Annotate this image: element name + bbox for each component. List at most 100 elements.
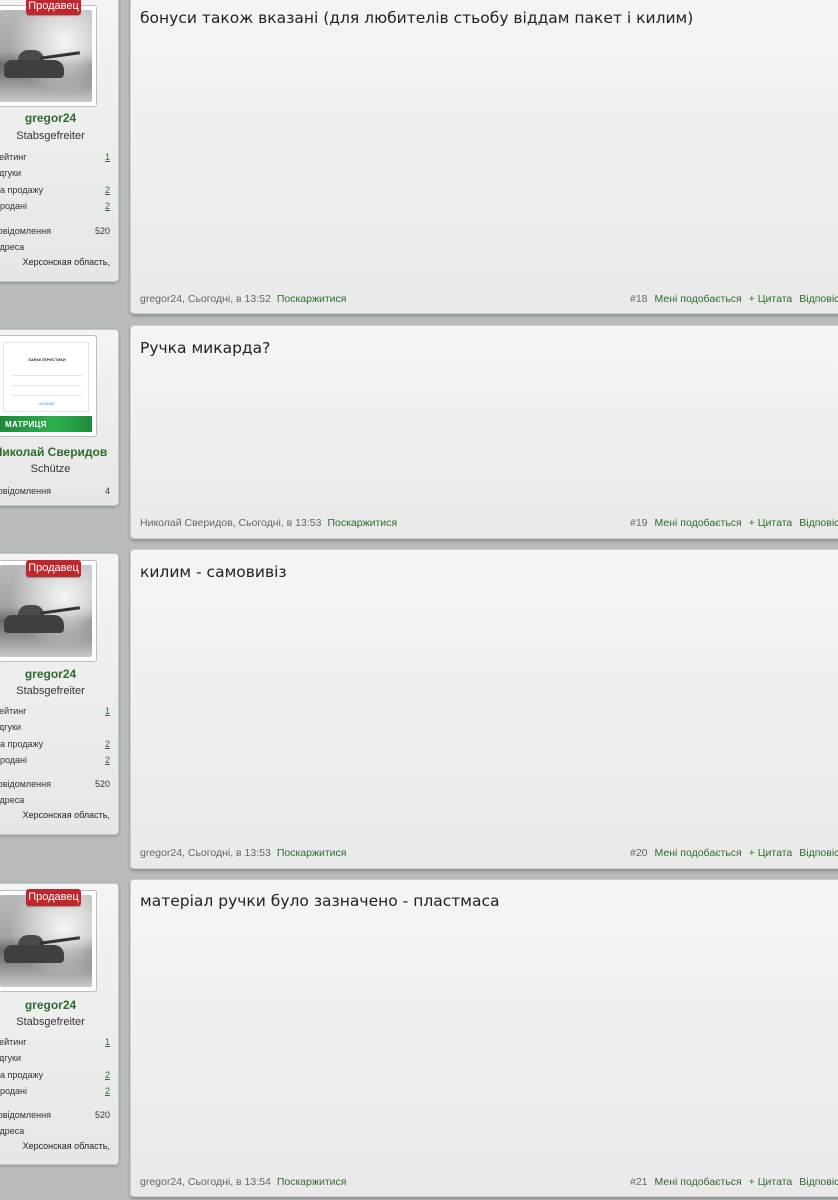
stat-label-for-sale: На продажу:	[0, 739, 44, 749]
stat-label-reviews: Відгуки	[0, 168, 22, 178]
quote-link[interactable]: + Цитата	[749, 847, 793, 859]
post-author-date[interactable]: gregor24, Сьогодні, в 13:52	[140, 293, 271, 305]
post-number[interactable]: #19	[630, 517, 648, 529]
message-body: матеріал ручки було зазначено - пластмас…	[130, 879, 838, 1197]
stat-location: Херсонская область,	[22, 257, 110, 267]
stat-value-sold[interactable]: 2	[105, 1086, 110, 1096]
post-actions: #18 Мені подобається + Цитата Відповісти	[630, 293, 838, 305]
tank-avatar-image	[0, 10, 92, 102]
message-text: бонуси також вказані (для любителів стьо…	[140, 9, 694, 27]
stat-value-rating[interactable]: 1	[105, 1037, 110, 1047]
stat-label-sold: Продані:	[0, 201, 28, 211]
user-panel: ХАРАКТЕРИСТИКИ БІЛЬШЕ МАТРИЦЯ Николай Св…	[0, 329, 119, 506]
stat-value-messages: 4	[104, 486, 110, 496]
tank-avatar-image	[0, 565, 92, 657]
reply-link[interactable]: Відповісти	[799, 847, 838, 859]
post-meta: gregor24, Сьогодні, в 13:53 Поскаржитися	[140, 847, 346, 859]
like-link[interactable]: Мені подобається	[655, 847, 742, 859]
stat-label-for-sale: На продажу:	[0, 1070, 44, 1080]
username[interactable]: Николай Сверидов	[0, 445, 120, 459]
post-author-date[interactable]: gregor24, Сьогодні, в 13:54	[140, 1176, 271, 1188]
stat-value-messages: 520	[94, 1110, 110, 1120]
stat-value-messages: 520	[94, 779, 110, 789]
user-rank: Stabsgefreiter	[16, 130, 85, 142]
reply-link[interactable]: Відповісти	[799, 293, 838, 305]
report-link[interactable]: Поскаржитися	[327, 517, 397, 529]
stat-label-address: Адреса:	[0, 1126, 25, 1136]
stat-value-messages: 520	[94, 226, 110, 236]
username[interactable]: gregor24	[0, 111, 120, 125]
post-20: Продавец gregor24 Stabsgefreiter Рейтинг…	[0, 549, 838, 871]
stat-label-rating: Рейтинг:	[0, 152, 27, 162]
like-link[interactable]: Мені подобається	[655, 1176, 742, 1188]
stat-label-sold: Продані:	[0, 755, 28, 765]
avatar[interactable]: ХАРАКТЕРИСТИКИ БІЛЬШЕ МАТРИЦЯ	[0, 335, 97, 437]
message-body: Ручка микарда? Николай Сверидов, Сьогодн…	[130, 325, 838, 539]
message-text: матеріал ручки було зазначено - пластмас…	[140, 892, 500, 910]
quote-link[interactable]: + Цитата	[749, 517, 793, 529]
user-rank: Schütze	[30, 463, 71, 475]
stat-location: Херсонская область,	[22, 810, 110, 820]
user-panel: Продавец gregor24 Stabsgefreiter Рейтинг…	[0, 0, 119, 282]
stat-label-address: Адреса:	[0, 795, 25, 805]
reply-link[interactable]: Відповісти	[799, 517, 838, 529]
seller-badge: Продавец	[26, 560, 81, 577]
post-actions: #19 Мені подобається + Цитата Відповісти	[630, 517, 838, 529]
message-body: килим - самовивіз gregor24, Сьогодні, в …	[130, 549, 838, 869]
post-number[interactable]: #21	[630, 1176, 648, 1188]
stat-label-messages: Повідомлення:	[0, 779, 51, 789]
post-number[interactable]: #18	[630, 293, 648, 305]
stat-value-for-sale[interactable]: 2	[105, 739, 110, 749]
user-panel: Продавец gregor24 Stabsgefreiter Рейтинг…	[0, 553, 119, 835]
like-link[interactable]: Мені подобається	[655, 293, 742, 305]
post-18: Продавец gregor24 Stabsgefreiter Рейтинг…	[0, 0, 838, 316]
promo-link: БІЛЬШЕ	[39, 401, 55, 406]
stat-label-rating: Рейтинг:	[0, 1037, 27, 1047]
report-link[interactable]: Поскаржитися	[277, 1176, 347, 1188]
quote-link[interactable]: + Цитата	[749, 1176, 793, 1188]
stat-value-rating[interactable]: 1	[105, 706, 110, 716]
stat-value-sold[interactable]: 2	[105, 755, 110, 765]
stat-label-rating: Рейтинг:	[0, 706, 27, 716]
report-link[interactable]: Поскаржитися	[277, 847, 347, 859]
post-meta: Николай Сверидов, Сьогодні, в 13:53 Поска…	[140, 517, 397, 529]
message-body: бонуси також вказані (для любителів стьо…	[130, 0, 838, 314]
post-number[interactable]: #20	[630, 847, 648, 859]
post-author-date[interactable]: gregor24, Сьогодні, в 13:53	[140, 847, 271, 859]
stat-label-messages: Повідомлення:	[0, 486, 51, 496]
post-19: ХАРАКТЕРИСТИКИ БІЛЬШЕ МАТРИЦЯ Николай Св…	[0, 325, 838, 540]
post-21: Продавец gregor24 Stabsgefreiter Рейтинг…	[0, 879, 838, 1200]
message-text: килим - самовивіз	[140, 563, 287, 581]
message-text: Ручка микарда?	[140, 339, 271, 357]
post-author-date[interactable]: Николай Сверидов, Сьогодні, в 13:53	[140, 517, 321, 529]
username[interactable]: gregor24	[0, 667, 120, 681]
username[interactable]: gregor24	[0, 998, 120, 1012]
promo-avatar-image: ХАРАКТЕРИСТИКИ БІЛЬШЕ МАТРИЦЯ	[0, 340, 92, 432]
quote-link[interactable]: + Цитата	[749, 293, 793, 305]
post-meta: gregor24, Сьогодні, в 13:54 Поскаржитися	[140, 1176, 346, 1188]
stat-location: Херсонская область,	[22, 1141, 110, 1151]
tank-avatar-image	[0, 895, 92, 987]
stat-value-sold[interactable]: 2	[105, 201, 110, 211]
promo-title: ХАРАКТЕРИСТИКИ	[28, 357, 66, 362]
post-actions: #21 Мені подобається + Цитата Відповісти	[630, 1176, 838, 1188]
stat-label-messages: Повідомлення:	[0, 226, 51, 236]
stat-label-reviews: Відгуки	[0, 722, 22, 732]
seller-badge: Продавец	[26, 889, 81, 906]
user-rank: Stabsgefreiter	[16, 1016, 85, 1028]
stat-label-address: Адреса:	[0, 242, 25, 252]
seller-badge: Продавец	[26, 0, 81, 15]
like-link[interactable]: Мені подобається	[655, 517, 742, 529]
post-actions: #20 Мені подобається + Цитата Відповісти	[630, 847, 838, 859]
reply-link[interactable]: Відповісти	[799, 1176, 838, 1188]
stat-label-sold: Продані:	[0, 1086, 28, 1096]
stat-value-rating[interactable]: 1	[105, 152, 110, 162]
stat-value-for-sale[interactable]: 2	[105, 1070, 110, 1080]
stat-value-for-sale[interactable]: 2	[105, 185, 110, 195]
avatar[interactable]	[0, 5, 97, 107]
promo-banner: МАТРИЦЯ	[0, 416, 92, 432]
report-link[interactable]: Поскаржитися	[277, 293, 347, 305]
post-meta: gregor24, Сьогодні, в 13:52 Поскаржитися	[140, 293, 346, 305]
stat-label-reviews: Відгуки	[0, 1053, 22, 1063]
user-rank: Stabsgefreiter	[16, 685, 85, 697]
